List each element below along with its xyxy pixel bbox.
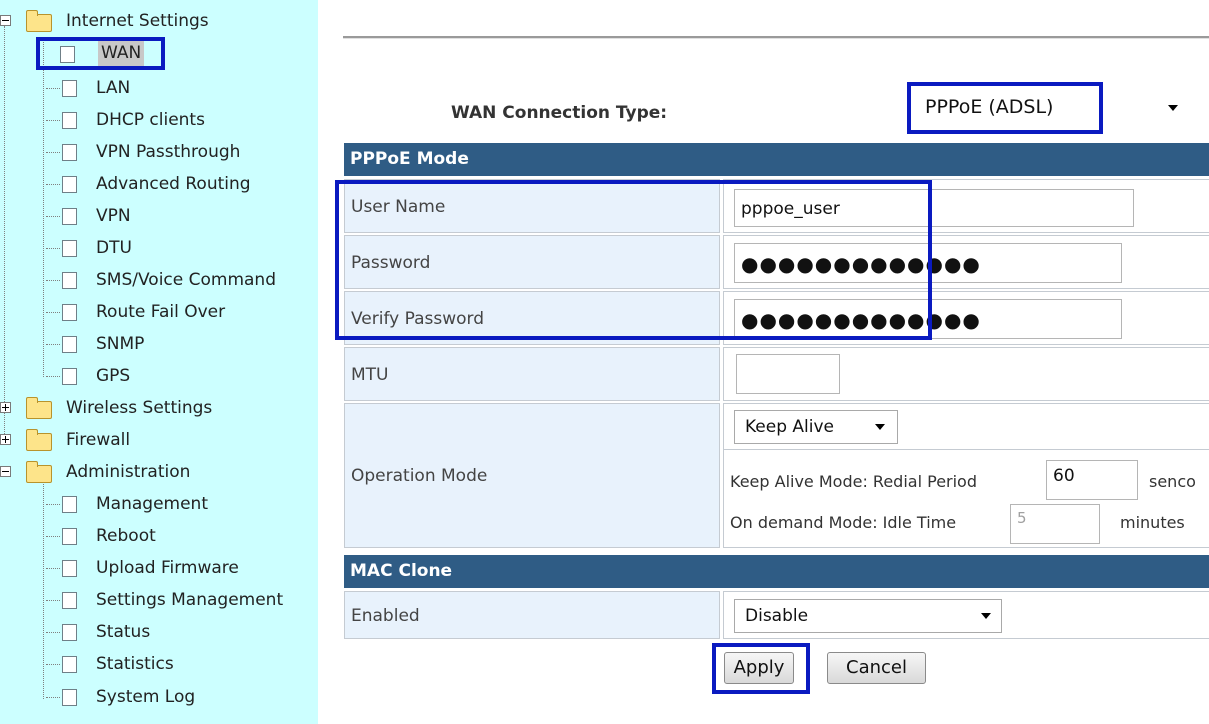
expand-toggle-icon[interactable] <box>0 434 11 445</box>
wan-connection-type-label: WAN Connection Type: <box>451 103 668 123</box>
page-icon <box>62 272 77 289</box>
nav-item-label: Management <box>96 494 208 514</box>
mtu-label: MTU <box>344 347 720 401</box>
operation-mode-select[interactable]: Keep Alive <box>734 410 898 444</box>
page-icon <box>62 112 77 129</box>
nav-item-label: VPN Passthrough <box>96 142 241 162</box>
page-icon <box>62 208 77 225</box>
idle-time-input[interactable]: 5 <box>1010 504 1100 544</box>
nav-item-wan[interactable]: WAN <box>36 37 165 70</box>
user-name-label: User Name <box>344 179 720 233</box>
collapse-toggle-icon[interactable] <box>0 15 11 26</box>
nav-item-label: Status <box>96 622 151 642</box>
expand-toggle-icon[interactable] <box>0 402 11 413</box>
operation-mode-options: Keep Alive Mode: Redial Period 60 senco … <box>724 449 1209 548</box>
nav-item-label: SNMP <box>96 334 145 354</box>
idle-time-unit: minutes <box>1120 513 1185 532</box>
wan-connection-type-select[interactable]: PPPoE (ADSL) <box>907 82 1190 134</box>
collapse-toggle-icon[interactable] <box>0 466 11 477</box>
verify-password-label: Verify Password <box>344 291 720 345</box>
dropdown-arrow-icon <box>1168 105 1178 111</box>
nav-item-label: GPS <box>96 366 131 386</box>
enabled-label: Enabled <box>344 591 720 639</box>
redial-period-input[interactable]: 60 <box>1046 460 1138 500</box>
nav-item-label: Route Fail Over <box>96 302 226 322</box>
pppoe-mode-header: PPPoE Mode <box>344 143 1209 176</box>
mtu-input[interactable] <box>736 354 840 394</box>
nav-item-label: SMS/Voice Command <box>96 270 276 290</box>
tree-line <box>43 484 44 699</box>
divider <box>343 36 1209 39</box>
page-icon <box>62 528 77 545</box>
nav-folder-label: Administration <box>66 462 191 482</box>
page-icon <box>62 240 77 257</box>
dropdown-arrow-icon <box>875 424 885 430</box>
select-value: Keep Alive <box>745 417 835 437</box>
user-name-cell: pppoe_user <box>723 179 1209 233</box>
page-icon <box>62 336 77 353</box>
nav-item-label: VPN <box>96 206 131 226</box>
user-name-input[interactable]: pppoe_user <box>734 189 1134 227</box>
nav-item-label: Upload Firmware <box>96 558 239 578</box>
page-icon <box>62 80 77 97</box>
password-input[interactable]: ●●●●●●●●●●●●● <box>734 243 1122 283</box>
operation-mode-label: Operation Mode <box>344 403 720 548</box>
mtu-cell <box>723 347 1209 401</box>
nav-folder-label: Firewall <box>66 430 131 450</box>
page-icon <box>62 496 77 513</box>
password-label: Password <box>344 235 720 289</box>
nav-folder-label: Internet Settings <box>66 11 209 31</box>
apply-button[interactable]: Apply <box>724 652 794 684</box>
cancel-button[interactable]: Cancel <box>827 652 926 684</box>
nav-folder-label: Wireless Settings <box>66 398 213 418</box>
select-value: PPPoE (ADSL) <box>925 96 1054 118</box>
dropdown-arrow-icon <box>981 613 991 619</box>
nav-item-label: Advanced Routing <box>96 174 251 194</box>
wan-settings-panel: WAN Connection Type: PPPoE (ADSL) PPPoE … <box>330 0 1209 724</box>
page-icon <box>62 592 77 609</box>
enabled-cell: Disable <box>723 591 1209 639</box>
tree-line <box>4 26 5 440</box>
mac-clone-header: MAC Clone <box>344 555 1209 588</box>
page-icon <box>60 46 75 63</box>
page-icon <box>62 689 77 706</box>
verify-password-input[interactable]: ●●●●●●●●●●●●● <box>734 299 1122 339</box>
folder-open-icon <box>26 461 52 483</box>
on-demand-mode-text: On demand Mode: Idle Time <box>730 513 957 532</box>
mac-clone-enabled-select[interactable]: Disable <box>734 599 1002 633</box>
page-icon <box>62 144 77 161</box>
page-icon <box>62 304 77 321</box>
page-icon <box>62 368 77 385</box>
nav-item-label: DTU <box>96 238 132 258</box>
nav-item-label: DHCP clients <box>96 110 205 130</box>
nav-item-label: WAN <box>98 41 145 66</box>
tree-line <box>43 38 44 377</box>
keep-alive-mode-text: Keep Alive Mode: Redial Period <box>730 472 977 491</box>
page-icon <box>62 560 77 577</box>
operation-mode-cell: Keep Alive Keep Alive Mode: Redial Perio… <box>723 403 1209 548</box>
nav-item-label: LAN <box>96 78 131 98</box>
nav-item-label: Statistics <box>96 654 174 674</box>
folder-icon <box>26 429 52 451</box>
folder-icon <box>26 397 52 419</box>
page-icon <box>62 176 77 193</box>
redial-period-unit: senco <box>1149 472 1196 491</box>
page-icon <box>62 656 77 673</box>
nav-item-label: Settings Management <box>96 590 284 610</box>
folder-open-icon <box>26 10 52 32</box>
verify-password-cell: ●●●●●●●●●●●●● <box>723 291 1209 345</box>
nav-item-label: System Log <box>96 687 196 707</box>
nav-item-label: Reboot <box>96 526 156 546</box>
page-icon <box>62 624 77 641</box>
navigation-tree: Internet Settings WAN LAN DHCP clients V… <box>0 0 318 724</box>
password-cell: ●●●●●●●●●●●●● <box>723 235 1209 289</box>
select-value: Disable <box>745 606 809 626</box>
